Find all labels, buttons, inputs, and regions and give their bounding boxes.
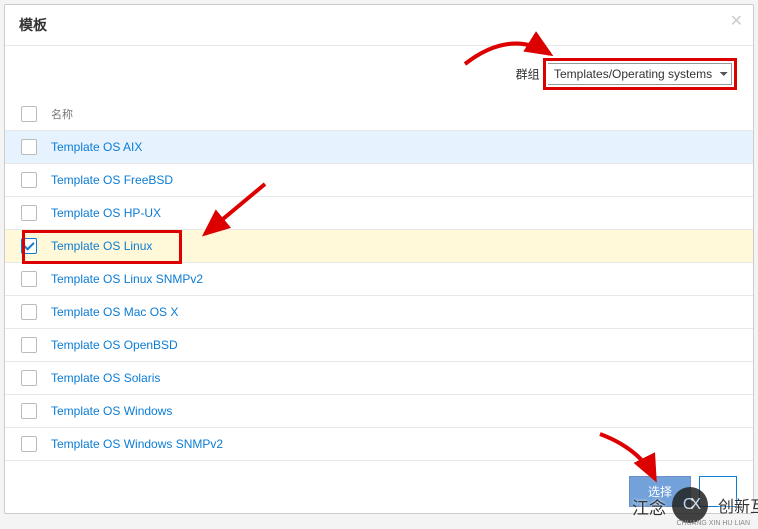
template-link[interactable]: Template OS Windows SNMPv2 [51,437,223,451]
table-row[interactable]: Template OS HP-UX [5,197,753,230]
template-link[interactable]: Template OS FreeBSD [51,173,173,187]
row-checkbox[interactable] [21,271,37,287]
template-modal: ✕ 模板 群组 Templates/Operating systems 名称 T… [4,4,754,514]
template-link[interactable]: Template OS Linux SNMPv2 [51,272,203,286]
table-header: 名称 [5,98,753,131]
row-checkbox[interactable] [21,370,37,386]
row-checkbox[interactable] [21,205,37,221]
column-header-name[interactable]: 名称 [51,106,73,122]
template-link[interactable]: Template OS HP-UX [51,206,161,220]
template-table: 名称 Template OS AIX Template OS FreeBSD T… [5,98,753,461]
watermark-text: 创新互 [718,493,758,517]
template-link[interactable]: Template OS AIX [51,140,142,154]
table-row[interactable]: Template OS FreeBSD [5,164,753,197]
table-row[interactable]: Template OS Linux [5,230,753,263]
group-select[interactable]: Templates/Operating systems [548,63,732,85]
row-checkbox[interactable] [21,403,37,419]
watermark-badge: CX [672,487,708,523]
table-row[interactable]: Template OS Linux SNMPv2 [5,263,753,296]
template-link[interactable]: Template OS Linux [51,239,152,253]
filter-row: 群组 Templates/Operating systems [5,46,753,98]
select-all-checkbox[interactable] [21,106,37,122]
row-checkbox[interactable] [21,139,37,155]
template-link[interactable]: Template OS Mac OS X [51,305,178,319]
table-row[interactable]: Template OS AIX [5,131,753,164]
row-checkbox[interactable] [21,436,37,452]
row-checkbox[interactable] [21,238,37,254]
table-row[interactable]: Template OS Windows [5,395,753,428]
row-checkbox[interactable] [21,337,37,353]
row-checkbox[interactable] [21,172,37,188]
group-label: 群组 [516,68,540,82]
row-checkbox[interactable] [21,304,37,320]
watermark-sub: CHUANG XIN HU LIAN [676,520,750,527]
watermark-text: 江念 [632,494,666,519]
template-link[interactable]: Template OS Solaris [51,371,160,385]
table-row[interactable]: Template OS OpenBSD [5,329,753,362]
table-row[interactable]: Template OS Mac OS X [5,296,753,329]
annotation-box-group: Templates/Operating systems [543,58,737,90]
table-row[interactable]: Template OS Windows SNMPv2 [5,428,753,461]
table-row[interactable]: Template OS Solaris [5,362,753,395]
close-icon[interactable]: ✕ [730,11,743,31]
template-link[interactable]: Template OS OpenBSD [51,338,178,352]
modal-title: 模板 [5,5,753,46]
template-link[interactable]: Template OS Windows [51,404,172,418]
